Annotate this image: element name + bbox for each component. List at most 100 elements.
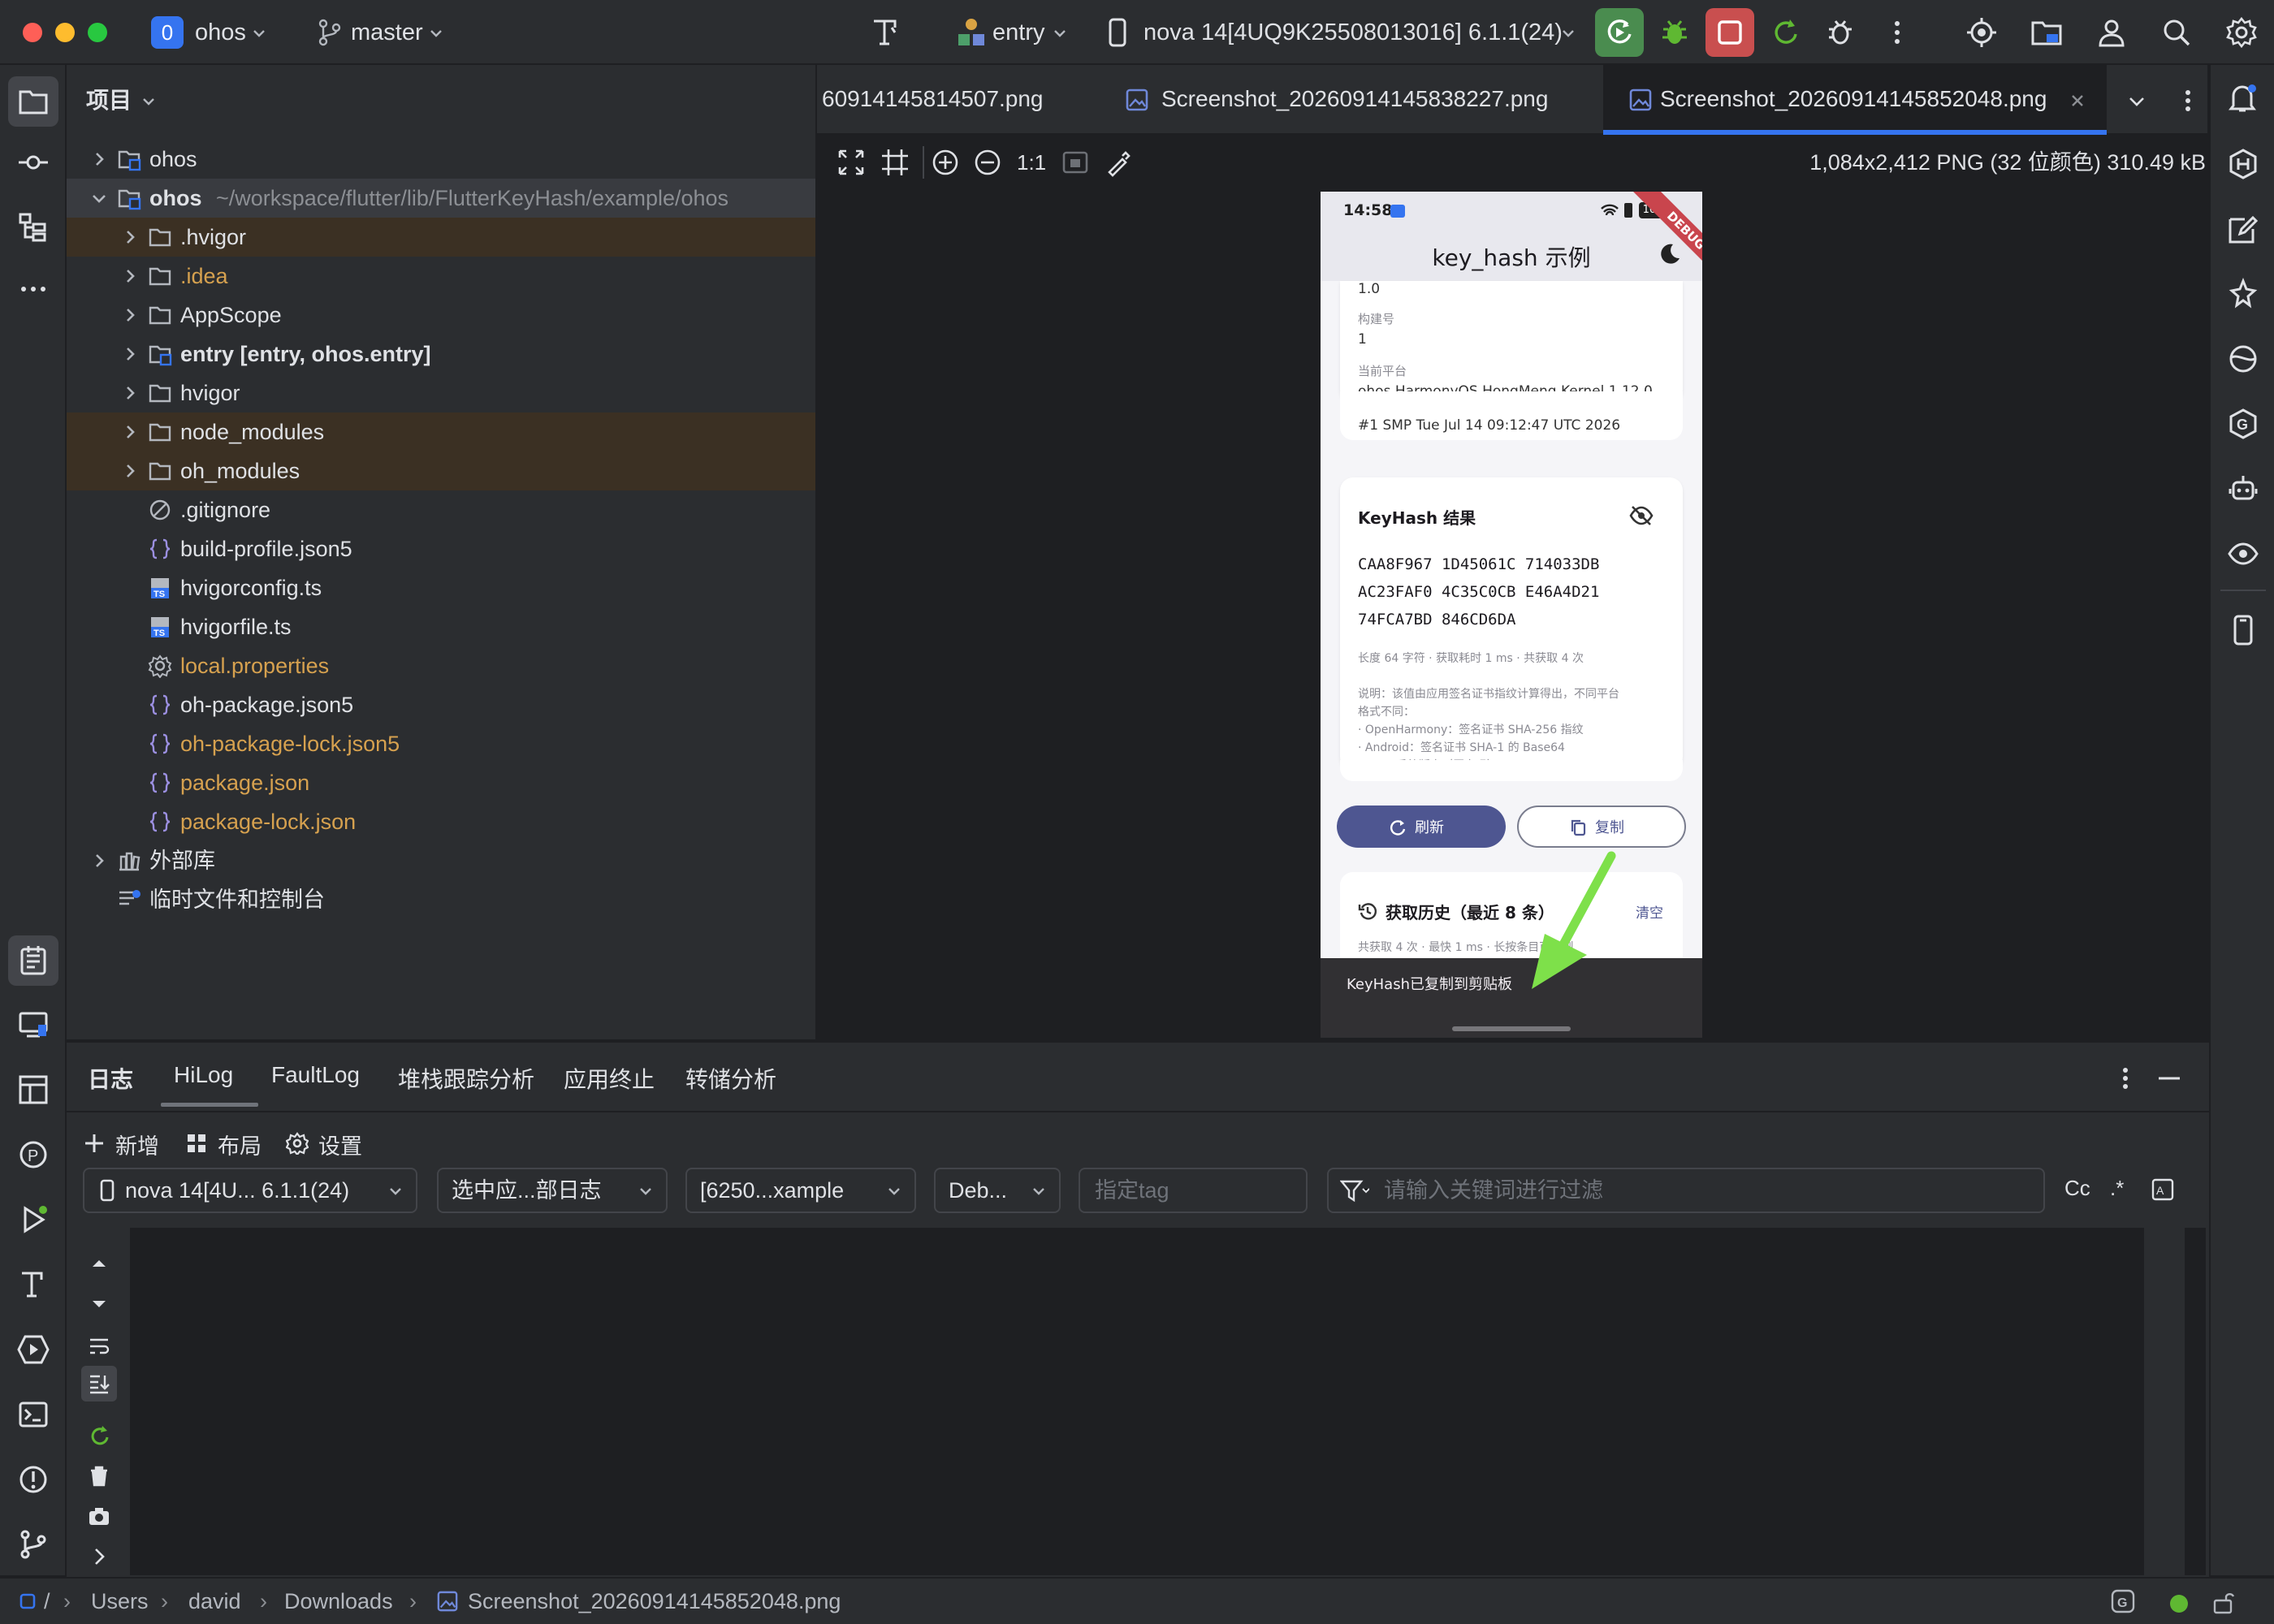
chevron-right-icon[interactable]: [120, 383, 140, 403]
globe-icon[interactable]: [2227, 343, 2259, 375]
zoom-in-icon[interactable]: [931, 148, 960, 177]
copy-button[interactable]: 复制: [1517, 806, 1686, 848]
more-vertical-icon[interactable]: [2173, 86, 2203, 115]
device-selector[interactable]: nova 14[4UQ9K25508013016] 6.1.1(24): [1143, 0, 1563, 65]
tree-item[interactable]: package-lock.json: [67, 802, 815, 841]
code-insight-icon[interactable]: [1965, 16, 1998, 49]
build-hammer-icon[interactable]: [869, 16, 901, 49]
tree-item[interactable]: oh-package-lock.json5: [67, 724, 815, 763]
account-icon[interactable]: [2095, 16, 2128, 49]
log-level-select[interactable]: Deb...: [934, 1168, 1061, 1213]
module-selector[interactable]: entry: [992, 0, 1044, 65]
breadcrumb-file[interactable]: Screenshot_20260914145852048.png: [468, 1579, 841, 1624]
run-tool-icon[interactable]: [17, 1203, 50, 1236]
device-mirror-icon[interactable]: [2227, 614, 2259, 646]
crop-grid-icon[interactable]: [880, 148, 910, 177]
tab-list-chevron-icon[interactable]: [2128, 93, 2146, 110]
debug-bug-icon[interactable]: [1658, 16, 1691, 49]
profiler-icon[interactable]: P: [17, 1138, 50, 1171]
visibility-off-icon[interactable]: [1629, 505, 1654, 526]
scroll-up-icon[interactable]: [88, 1252, 110, 1275]
tab-app-freeze[interactable]: 应用终止: [564, 1062, 655, 1095]
tree-item[interactable]: oh_modules: [67, 451, 815, 490]
scroll-to-end-button[interactable]: [81, 1366, 117, 1402]
dark-mode-icon[interactable]: [1657, 242, 1681, 266]
keyword-filter-input[interactable]: 请输入关键词进行过滤: [1327, 1168, 2045, 1213]
history-clear-button[interactable]: 清空: [1636, 901, 1663, 922]
tree-item[interactable]: hvigor: [67, 374, 815, 412]
branch-switcher[interactable]: master: [351, 0, 423, 65]
tree-item[interactable]: 外部库: [67, 841, 815, 880]
tree-item[interactable]: node_modules: [67, 412, 815, 451]
trash-icon[interactable]: [88, 1465, 110, 1488]
background-toggle-icon[interactable]: [1061, 148, 1090, 177]
wrap-lines-icon[interactable]: [88, 1335, 110, 1358]
unlock-icon[interactable]: [2212, 1590, 2235, 1614]
close-window-button[interactable]: [23, 23, 42, 42]
git-icon[interactable]: [17, 1528, 50, 1561]
services-icon[interactable]: [17, 1333, 50, 1366]
expand-chevron-icon[interactable]: [91, 1546, 109, 1567]
tree-item[interactable]: TS hvigorfile.ts: [67, 607, 815, 646]
build-tool-icon[interactable]: [17, 1268, 50, 1301]
minimize-window-button[interactable]: [55, 23, 75, 42]
chevron-right-icon[interactable]: [120, 266, 140, 286]
tree-item[interactable]: oh-package.json5: [67, 685, 815, 724]
layout-inspector-icon[interactable]: [17, 1073, 50, 1106]
stop-button[interactable]: [1706, 8, 1754, 57]
chevron-right-icon[interactable]: [120, 227, 140, 247]
device-select[interactable]: nova 14[4U... 6.1.1(24): [83, 1168, 417, 1213]
robot-icon[interactable]: [2227, 473, 2259, 505]
edit-note-icon[interactable]: [2227, 213, 2259, 245]
minimize-panel-icon[interactable]: [2155, 1064, 2183, 1093]
restart-icon[interactable]: [88, 1424, 110, 1447]
editor-tab[interactable]: 60914145814507.png: [822, 65, 1044, 135]
tree-item[interactable]: AppScope: [67, 296, 815, 335]
soft-wrap-icon[interactable]: A: [2151, 1177, 2175, 1202]
breadcrumb-root[interactable]: /: [44, 1579, 50, 1624]
device-manager-icon[interactable]: [17, 1009, 50, 1041]
camera-icon[interactable]: [88, 1505, 110, 1528]
zoom-window-button[interactable]: [88, 23, 107, 42]
tree-item[interactable]: entry [entry, ohos.entry]: [67, 335, 815, 374]
tab-faultlog[interactable]: FaultLog: [271, 1062, 360, 1088]
tree-item[interactable]: package.json: [67, 763, 815, 802]
tree-item[interactable]: build-profile.json5: [67, 529, 815, 568]
tree-item[interactable]: .gitignore: [67, 490, 815, 529]
tree-item[interactable]: .hvigor: [67, 218, 815, 257]
chevron-right-icon[interactable]: [120, 344, 140, 364]
chevron-right-icon[interactable]: [120, 422, 140, 442]
match-case-toggle[interactable]: Cc: [2064, 1176, 2090, 1201]
attach-debugger-icon[interactable]: [1826, 16, 1858, 49]
tree-item[interactable]: ohos: [67, 140, 815, 179]
project-panel-title[interactable]: 项目: [86, 83, 132, 115]
more-horizontal-icon[interactable]: [17, 273, 50, 305]
chevron-right-icon[interactable]: [120, 305, 140, 325]
problems-icon[interactable]: [17, 1463, 50, 1496]
gemini-icon[interactable]: G: [2227, 408, 2259, 440]
process-select[interactable]: [6250...xample: [685, 1168, 916, 1213]
settings-gear-icon[interactable]: [2225, 16, 2258, 49]
log-tool-button[interactable]: [8, 935, 58, 986]
tab-stack-trace[interactable]: 堆栈跟踪分析: [398, 1062, 534, 1095]
commit-icon[interactable]: [17, 146, 50, 179]
regex-toggle[interactable]: .*: [2110, 1176, 2124, 1201]
editor-tab-active[interactable]: Screenshot_20260914145852048.png: [1603, 65, 2107, 135]
more-vertical-icon[interactable]: [1881, 16, 1913, 49]
tab-dump-analysis[interactable]: 转储分析: [685, 1062, 776, 1095]
log-scrollbar-track[interactable]: [2185, 1228, 2206, 1575]
apply-changes-icon[interactable]: [1769, 16, 1801, 49]
breadcrumb-david[interactable]: david: [188, 1579, 241, 1624]
tree-item[interactable]: local.properties: [67, 646, 815, 685]
actual-size-button[interactable]: 1:1: [1017, 146, 1046, 179]
app-log-select[interactable]: 选中应...部日志: [437, 1168, 668, 1213]
scroll-down-icon[interactable]: [88, 1293, 110, 1315]
close-tab-icon[interactable]: [2069, 93, 2086, 109]
tab-hilog[interactable]: HiLog: [174, 1062, 233, 1088]
zoom-out-icon[interactable]: [973, 148, 1002, 177]
chevron-down-icon[interactable]: [89, 188, 109, 208]
chevron-right-icon[interactable]: [89, 851, 109, 870]
more-vertical-icon[interactable]: [2113, 1064, 2138, 1093]
tree-item[interactable]: TS hvigorconfig.ts: [67, 568, 815, 607]
terminal-icon[interactable]: [17, 1398, 50, 1431]
